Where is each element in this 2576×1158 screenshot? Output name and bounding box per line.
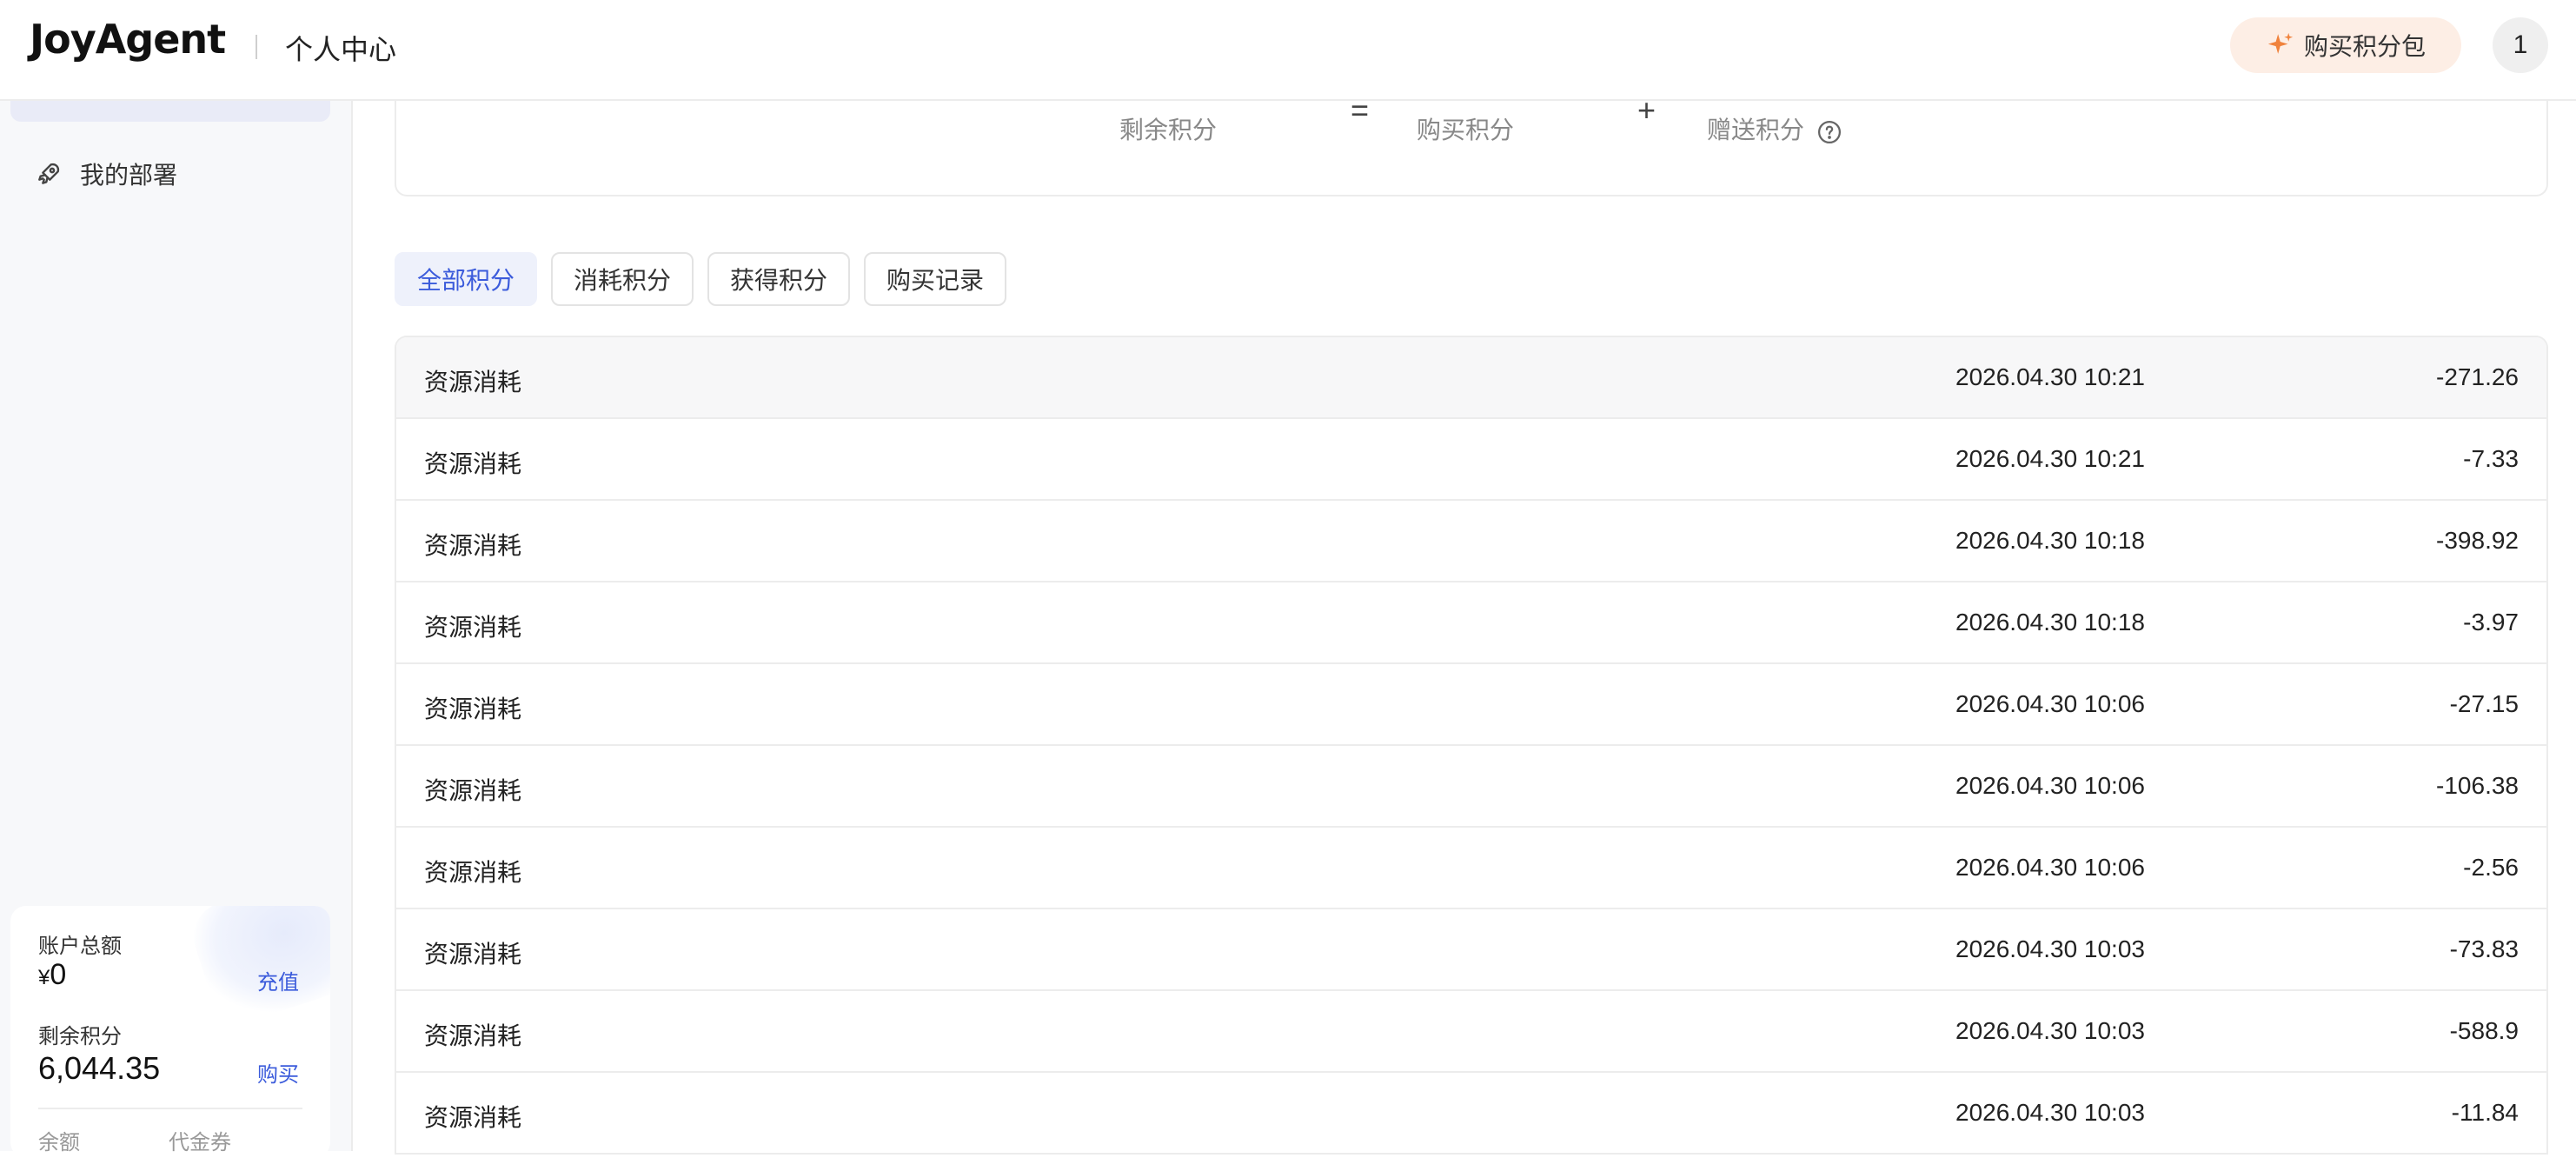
points-filter-tabs: 全部积分 消耗积分 获得积分 购买记录 bbox=[395, 252, 1007, 306]
record-type: 资源消耗 bbox=[424, 450, 522, 477]
tab-all-points[interactable]: 全部积分 bbox=[395, 252, 538, 306]
table-row: 资源消耗 2026.04.30 10:03 -11.84 bbox=[396, 1073, 2546, 1155]
top-bar: JoyAgent 个人中心 购买积分包 1 bbox=[0, 0, 2576, 101]
header-divider bbox=[256, 35, 257, 59]
record-time: 2026.04.30 10:18 bbox=[1955, 609, 2145, 636]
record-time: 2026.04.30 10:21 bbox=[1955, 363, 2145, 390]
table-row: 资源消耗 2026.04.30 10:06 -2.56 bbox=[396, 828, 2546, 909]
record-amount: -73.83 bbox=[2449, 935, 2519, 962]
table-row: 资源消耗 2026.04.30 10:18 -3.97 bbox=[396, 582, 2546, 664]
record-amount: -3.97 bbox=[2463, 609, 2519, 636]
record-type: 资源消耗 bbox=[424, 369, 522, 396]
sidebar-item-my-deployments[interactable]: 我的部署 bbox=[10, 146, 330, 202]
buy-points-pack-button[interactable]: 购买积分包 bbox=[2230, 17, 2461, 73]
remaining-points-summary-label: 剩余积分 bbox=[1119, 116, 1218, 143]
record-type: 资源消耗 bbox=[424, 941, 522, 968]
help-icon[interactable] bbox=[1816, 119, 1842, 145]
record-amount: -2.56 bbox=[2463, 854, 2519, 881]
buy-points-pack-label: 购买积分包 bbox=[2303, 33, 2426, 60]
table-row: 资源消耗 2026.04.30 10:06 -27.15 bbox=[396, 664, 2546, 746]
points-records-table: 资源消耗 2026.04.30 10:21 -271.26 资源消耗 2026.… bbox=[395, 336, 2548, 1155]
sparkle-icon bbox=[2267, 32, 2294, 54]
table-row: 资源消耗 2026.04.30 10:03 -588.9 bbox=[396, 991, 2546, 1073]
record-time: 2026.04.30 10:03 bbox=[1955, 1017, 2145, 1044]
record-amount: -588.9 bbox=[2449, 1017, 2519, 1044]
recharge-link[interactable]: 充值 bbox=[257, 965, 299, 995]
record-time: 2026.04.30 10:18 bbox=[1955, 527, 2145, 554]
points-summary-card: 剩余积分 = 购买积分 + 赠送积分 bbox=[395, 92, 2548, 196]
record-amount: -271.26 bbox=[2436, 363, 2519, 390]
table-row: 资源消耗 2026.04.30 10:18 -398.92 bbox=[396, 501, 2546, 582]
avatar[interactable]: 1 bbox=[2493, 17, 2548, 73]
sidebar: 我的部署 账户总额 ¥0 充值 剩余积分 6,044.35 购买 余额 代金券 bbox=[0, 101, 353, 1158]
record-type: 资源消耗 bbox=[424, 614, 522, 641]
record-time: 2026.04.30 10:03 bbox=[1955, 935, 2145, 962]
table-row: 资源消耗 2026.04.30 10:03 -73.83 bbox=[396, 909, 2546, 991]
remaining-points-value: 6,044.35 bbox=[38, 1050, 161, 1086]
sidebar-active-item[interactable] bbox=[10, 101, 330, 122]
account-total-value: 0 bbox=[50, 958, 67, 991]
record-type: 资源消耗 bbox=[424, 1022, 522, 1049]
sidebar-item-label: 我的部署 bbox=[80, 162, 178, 189]
record-type: 资源消耗 bbox=[424, 1104, 522, 1131]
record-type: 资源消耗 bbox=[424, 859, 522, 886]
record-type: 资源消耗 bbox=[424, 532, 522, 559]
purchased-points-label: 购买积分 bbox=[1417, 116, 1515, 143]
gifted-points-label: 赠送积分 bbox=[1707, 116, 1805, 143]
page-title: 个人中心 bbox=[285, 34, 397, 65]
table-row: 资源消耗 2026.04.30 10:21 -7.33 bbox=[396, 419, 2546, 501]
account-summary-card: 账户总额 ¥0 充值 剩余积分 6,044.35 购买 余额 代金券 bbox=[10, 906, 330, 1158]
record-amount: -106.38 bbox=[2436, 772, 2519, 799]
gifted-points-label-wrap: 赠送积分 bbox=[1707, 111, 1842, 146]
buy-points-link[interactable]: 购买 bbox=[257, 1057, 299, 1088]
tab-earned-points[interactable]: 获得积分 bbox=[707, 252, 851, 306]
tab-purchase-records[interactable]: 购买记录 bbox=[864, 252, 1007, 306]
table-row: 资源消耗 2026.04.30 10:06 -106.38 bbox=[396, 746, 2546, 828]
record-type: 资源消耗 bbox=[424, 695, 522, 722]
remaining-points-label: 剩余积分 bbox=[38, 1025, 122, 1048]
currency-symbol: ¥ bbox=[38, 966, 50, 989]
table-row: 资源消耗 2026.04.30 10:21 -271.26 bbox=[396, 337, 2546, 419]
card-divider bbox=[38, 1108, 302, 1109]
record-amount: -398.92 bbox=[2436, 527, 2519, 554]
record-type: 资源消耗 bbox=[424, 777, 522, 804]
rocket-icon bbox=[38, 163, 60, 184]
record-time: 2026.04.30 10:21 bbox=[1955, 445, 2145, 472]
record-amount: -27.15 bbox=[2449, 690, 2519, 717]
account-total-label: 账户总额 bbox=[38, 935, 122, 958]
record-time: 2026.04.30 10:06 bbox=[1955, 772, 2145, 799]
record-amount: -7.33 bbox=[2463, 445, 2519, 472]
joyagent-logo[interactable]: JoyAgent bbox=[30, 16, 226, 63]
main-content: 剩余积分 = 购买积分 + 赠送积分 全部积分 消耗积分 获得积分 购买记录 资… bbox=[353, 92, 2576, 1155]
account-total-amount: ¥0 bbox=[38, 958, 66, 992]
record-time: 2026.04.30 10:06 bbox=[1955, 854, 2145, 881]
record-amount: -11.84 bbox=[2451, 1099, 2519, 1126]
record-time: 2026.04.30 10:06 bbox=[1955, 690, 2145, 717]
tab-consumed-points[interactable]: 消耗积分 bbox=[551, 252, 694, 306]
record-time: 2026.04.30 10:03 bbox=[1955, 1099, 2145, 1126]
